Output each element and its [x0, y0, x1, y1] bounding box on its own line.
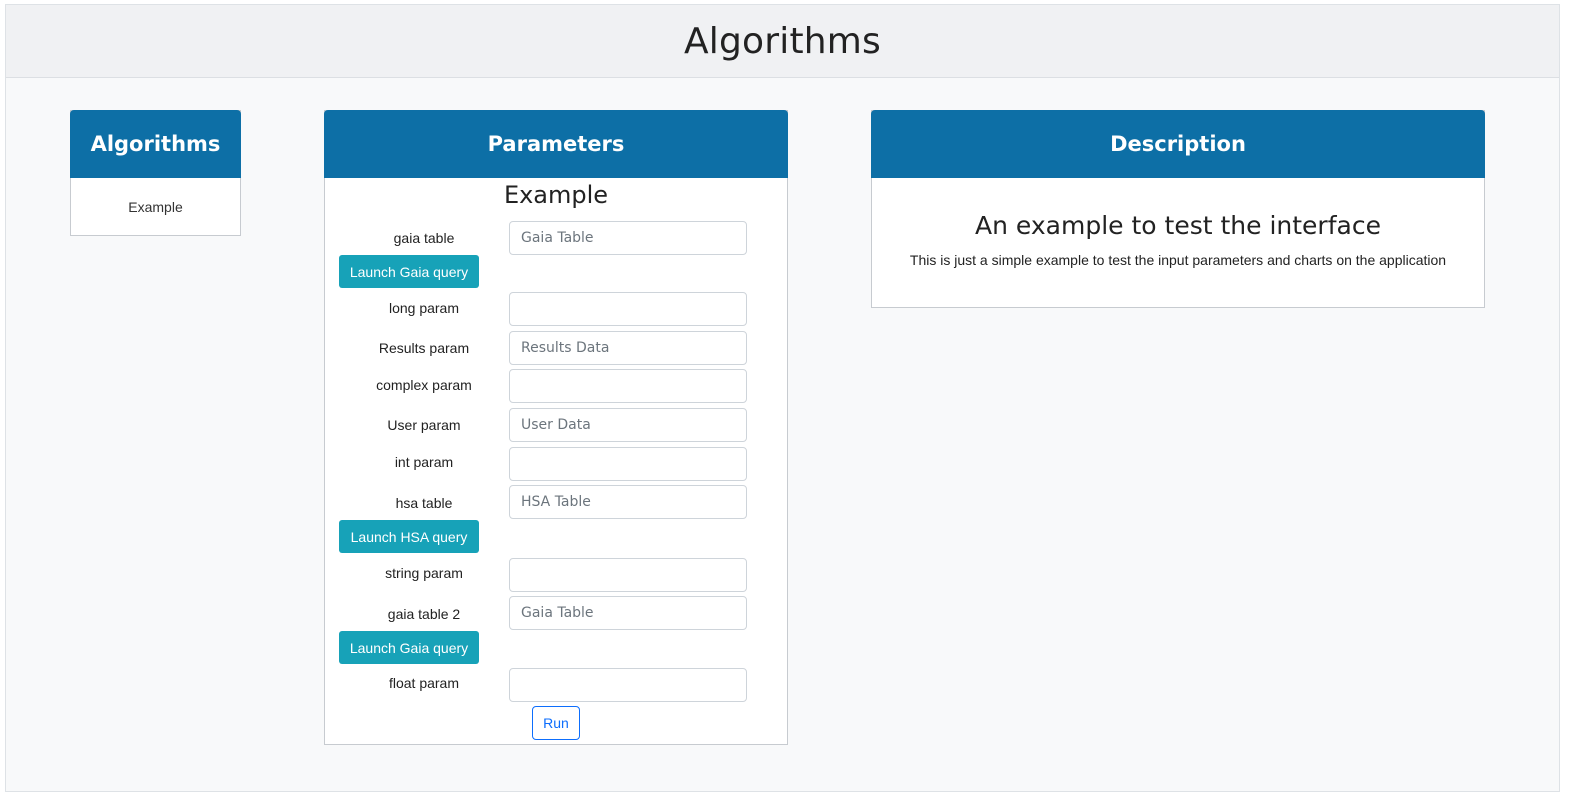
- int-param-input[interactable]: [509, 447, 747, 481]
- hsa-table-input[interactable]: [509, 485, 747, 519]
- int-param-label: int param: [394, 454, 454, 470]
- parameters-card: Parameters Example gaia table Launch Gai…: [324, 110, 788, 745]
- gaia-table-input[interactable]: [509, 221, 747, 255]
- string-param-input[interactable]: [509, 558, 747, 592]
- hsa-table-label: hsa table: [395, 495, 453, 511]
- parameters-card-header: Parameters: [324, 110, 788, 178]
- algorithms-card-header: Algorithms: [70, 110, 241, 178]
- run-button[interactable]: Run: [532, 706, 580, 740]
- launch-gaia-query-button[interactable]: Launch Gaia query: [339, 255, 479, 288]
- description-heading: An example to test the interface: [975, 211, 1381, 240]
- user-param-input[interactable]: [509, 408, 747, 442]
- page-header: Algorithms: [6, 5, 1559, 78]
- description-text: This is just a simple example to test th…: [909, 252, 1447, 268]
- results-param-label: Results param: [378, 340, 470, 356]
- long-param-input[interactable]: [509, 292, 747, 326]
- gaia-table-2-label: gaia table 2: [387, 606, 461, 622]
- string-param-label: string param: [385, 565, 463, 581]
- page-title: Algorithms: [683, 20, 882, 62]
- long-param-label: long param: [388, 300, 460, 316]
- gaia-table-label: gaia table: [393, 230, 455, 246]
- gaia-table-2-input[interactable]: [509, 596, 747, 630]
- float-param-label: float param: [388, 675, 460, 691]
- complex-param-label: complex param: [376, 377, 472, 393]
- algorithm-name-heading: Example: [503, 181, 609, 209]
- results-param-input[interactable]: [509, 331, 747, 365]
- launch-hsa-query-button[interactable]: Launch HSA query: [339, 520, 479, 553]
- user-param-label: User param: [387, 417, 461, 433]
- algorithms-card: Algorithms Example: [70, 110, 241, 236]
- algorithm-item-example[interactable]: Example: [71, 178, 240, 235]
- description-card: Description An example to test the inter…: [871, 110, 1485, 308]
- float-param-input[interactable]: [509, 668, 747, 702]
- complex-param-input[interactable]: [509, 369, 747, 403]
- description-card-header: Description: [871, 110, 1485, 178]
- launch-gaia-query-2-button[interactable]: Launch Gaia query: [339, 631, 479, 664]
